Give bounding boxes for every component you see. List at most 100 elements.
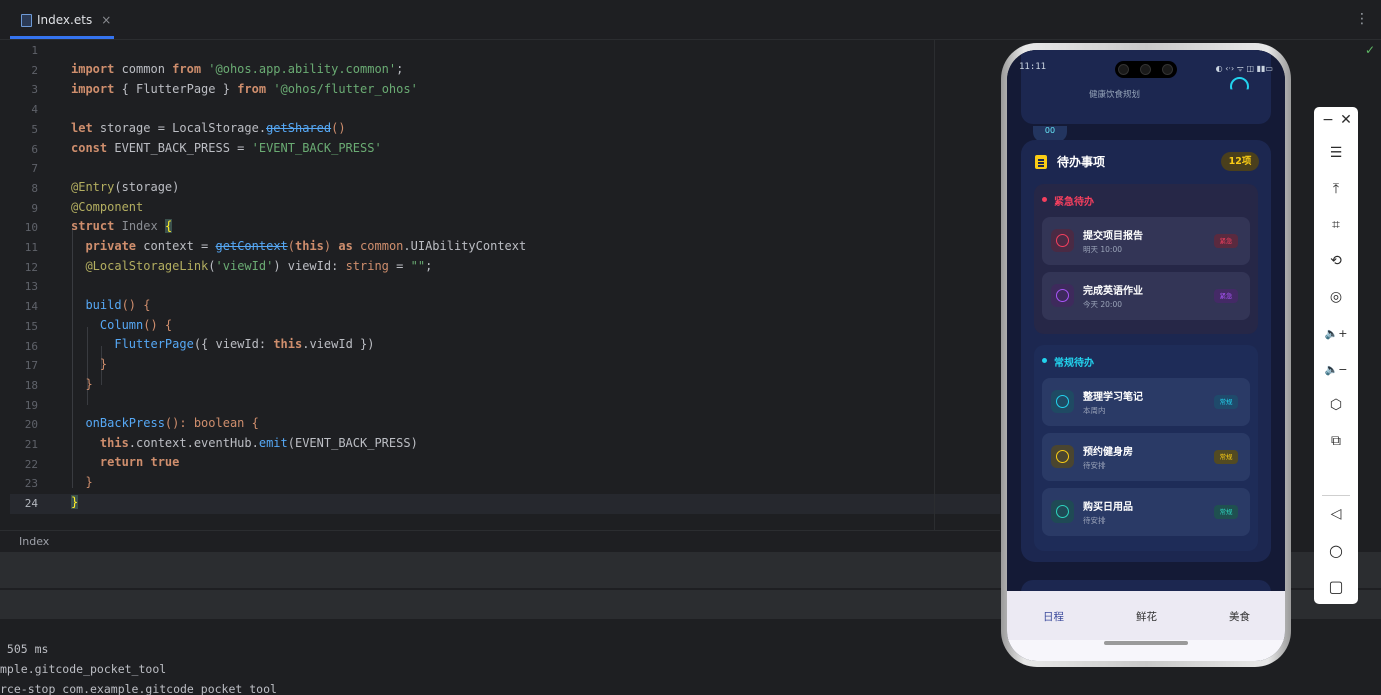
urgent-dot [1042,197,1047,202]
task-due: 待安排 [1083,461,1106,470]
code-line-15: Column() { [71,317,173,332]
task-due: 今天 20:00 [1083,300,1122,309]
task-name: 提交项目报告 [1083,231,1143,242]
line-number[interactable]: 22 [0,458,38,471]
task-due: 明天 10:00 [1083,245,1122,254]
code-line-22: return true [71,455,180,470]
checkbox-circle-icon[interactable] [1056,395,1069,408]
checkbox-circle-icon[interactable] [1056,289,1069,302]
camera-cutout [1115,61,1177,78]
code-line-5: let storage = LocalStorage.getShared() [71,121,346,135]
gesture-area [1007,640,1285,661]
volume-up-icon[interactable]: 🔈+ [1324,321,1348,345]
line-number[interactable]: 10 [0,221,38,234]
crop-icon[interactable]: ⌗ [1324,213,1348,237]
line-number[interactable]: 2 [0,64,38,77]
task-item[interactable]: 预约健身房待安排 常规 [1042,433,1250,481]
console-line: rce-stop com.example.gitcode_pocket_tool [0,682,277,695]
priority-tag: 紧急 [1214,234,1238,248]
multi-device-icon[interactable]: ⧉ [1324,429,1348,453]
pin-off-icon[interactable]: ⤒ [1324,177,1348,201]
code-line-3: import { FlutterPage } from '@ohos/flutt… [71,81,418,96]
code-line-24: } [71,495,79,509]
task-item[interactable]: 整理学习笔记 本周内 常规 [1042,378,1250,426]
code-line-11: private context = getContext(this) as co… [71,239,527,253]
priority-tag: 常规 [1214,395,1238,409]
bottom-navigation: 日程 鲜花 美食 [1007,591,1285,641]
camera-icon [1140,64,1151,75]
toolbar-divider [1322,495,1350,496]
todo-count-badge: 12项 [1221,152,1259,171]
tab-label: Index.ets [37,13,93,27]
line-number[interactable]: 8 [0,182,38,195]
file-icon [20,14,32,27]
menu-icon[interactable]: ☰ [1324,141,1348,165]
checkbox-circle-icon[interactable] [1056,234,1069,247]
active-tab-indicator [10,36,114,39]
more-options-icon[interactable]: ⋮ [1355,12,1369,26]
line-number[interactable]: 19 [0,399,38,412]
line-number[interactable]: 14 [0,300,38,313]
phone-screen[interactable]: 00 健康饮食规划 11:11 ◐ ‹·› ᯤ ◫ ▮▮▭ 待办事项 12项 紧… [1007,50,1285,661]
recents-icon[interactable]: ▢ [1324,574,1348,598]
task-item[interactable]: 购买日用品 待安排 常规 [1042,488,1250,536]
console-line: 505 ms [0,642,49,656]
line-number[interactable]: 18 [0,379,38,392]
volume-down-icon[interactable]: 🔈− [1324,357,1348,381]
close-tab-icon[interactable]: × [101,13,111,27]
task-name: 购买日用品 [1083,502,1133,513]
checkbox-circle-icon[interactable] [1056,505,1069,518]
code-line-17: } [71,357,108,371]
todo-title: 待办事项 [1057,155,1106,169]
task-item[interactable]: 提交项目报告 明天 10:00 紧急 [1042,217,1250,265]
line-number[interactable]: 24 [0,497,38,510]
line-number[interactable]: 7 [0,162,38,175]
task-item[interactable]: 完成英语作业 今天 20:00 紧急 [1042,272,1250,320]
screenshot-icon[interactable]: ◎ [1324,285,1348,309]
fold-icon[interactable]: ⬡ [1324,393,1348,417]
code-line-6: const EVENT_BACK_PRESS = 'EVENT_BACK_PRE… [71,140,382,155]
code-editor[interactable]: 1 2 3 4 5 6 7 8 9 10 11 12 13 14 15 16 17 18 19 20 21 22 23 24 … [0,40,1000,530]
line-number[interactable]: 16 [0,340,38,353]
back-icon[interactable]: ◁ [1324,502,1348,526]
task-name: 预约健身房 [1083,447,1133,458]
close-icon[interactable]: ✕ [1334,108,1358,132]
nav-tab-schedule[interactable]: 日程 [1043,609,1064,624]
code-line-18: } [71,376,93,391]
priority-tag: 常规 [1214,450,1238,464]
code-line-2: import common from '@ohos.app.ability.co… [71,62,404,76]
home-indicator[interactable] [1104,641,1188,645]
code-line-8: @Entry(storage) [71,180,180,194]
checkbox-circle-icon[interactable] [1056,450,1069,463]
plan-title: 健康饮食规划 [1089,90,1141,100]
urgent-section-title: 紧急待办 [1054,197,1094,208]
line-number[interactable]: 1 [0,44,38,57]
line-number[interactable]: 5 [0,123,38,136]
code-line-21: this.context.eventHub.emit(EVENT_BACK_PR… [71,435,418,450]
task-name: 完成英语作业 [1083,286,1143,297]
line-number[interactable]: 21 [0,438,38,451]
code-line-23: } [71,475,93,489]
line-number[interactable]: 23 [0,477,38,490]
nav-tab-food[interactable]: 美食 [1229,609,1250,624]
line-number[interactable]: 20 [0,418,38,431]
line-number[interactable]: 11 [0,241,38,254]
editor-tab-bar: Index.ets × ⋮ [0,0,1381,40]
nav-tab-flowers[interactable]: 鲜花 [1136,609,1157,624]
line-number[interactable]: 4 [0,103,38,116]
line-number[interactable]: 9 [0,202,38,215]
caret-row-highlight [10,494,1000,514]
code-line-20: onBackPress(): boolean { [71,416,259,430]
code-line-14: build() { [71,298,151,312]
line-number[interactable]: 15 [0,320,38,333]
line-number[interactable]: 12 [0,261,38,274]
line-number[interactable]: 3 [0,83,38,96]
line-number[interactable]: 6 [0,143,38,156]
home-icon[interactable]: ○ [1324,538,1348,562]
rotate-icon[interactable]: ⟲ [1324,249,1348,273]
breadcrumb-item[interactable]: Index [19,535,49,548]
inspection-ok-icon[interactable]: ✓ [1365,43,1375,57]
tab-index-ets[interactable]: Index.ets × [10,0,114,40]
line-number[interactable]: 17 [0,359,38,372]
line-number[interactable]: 13 [0,280,38,293]
